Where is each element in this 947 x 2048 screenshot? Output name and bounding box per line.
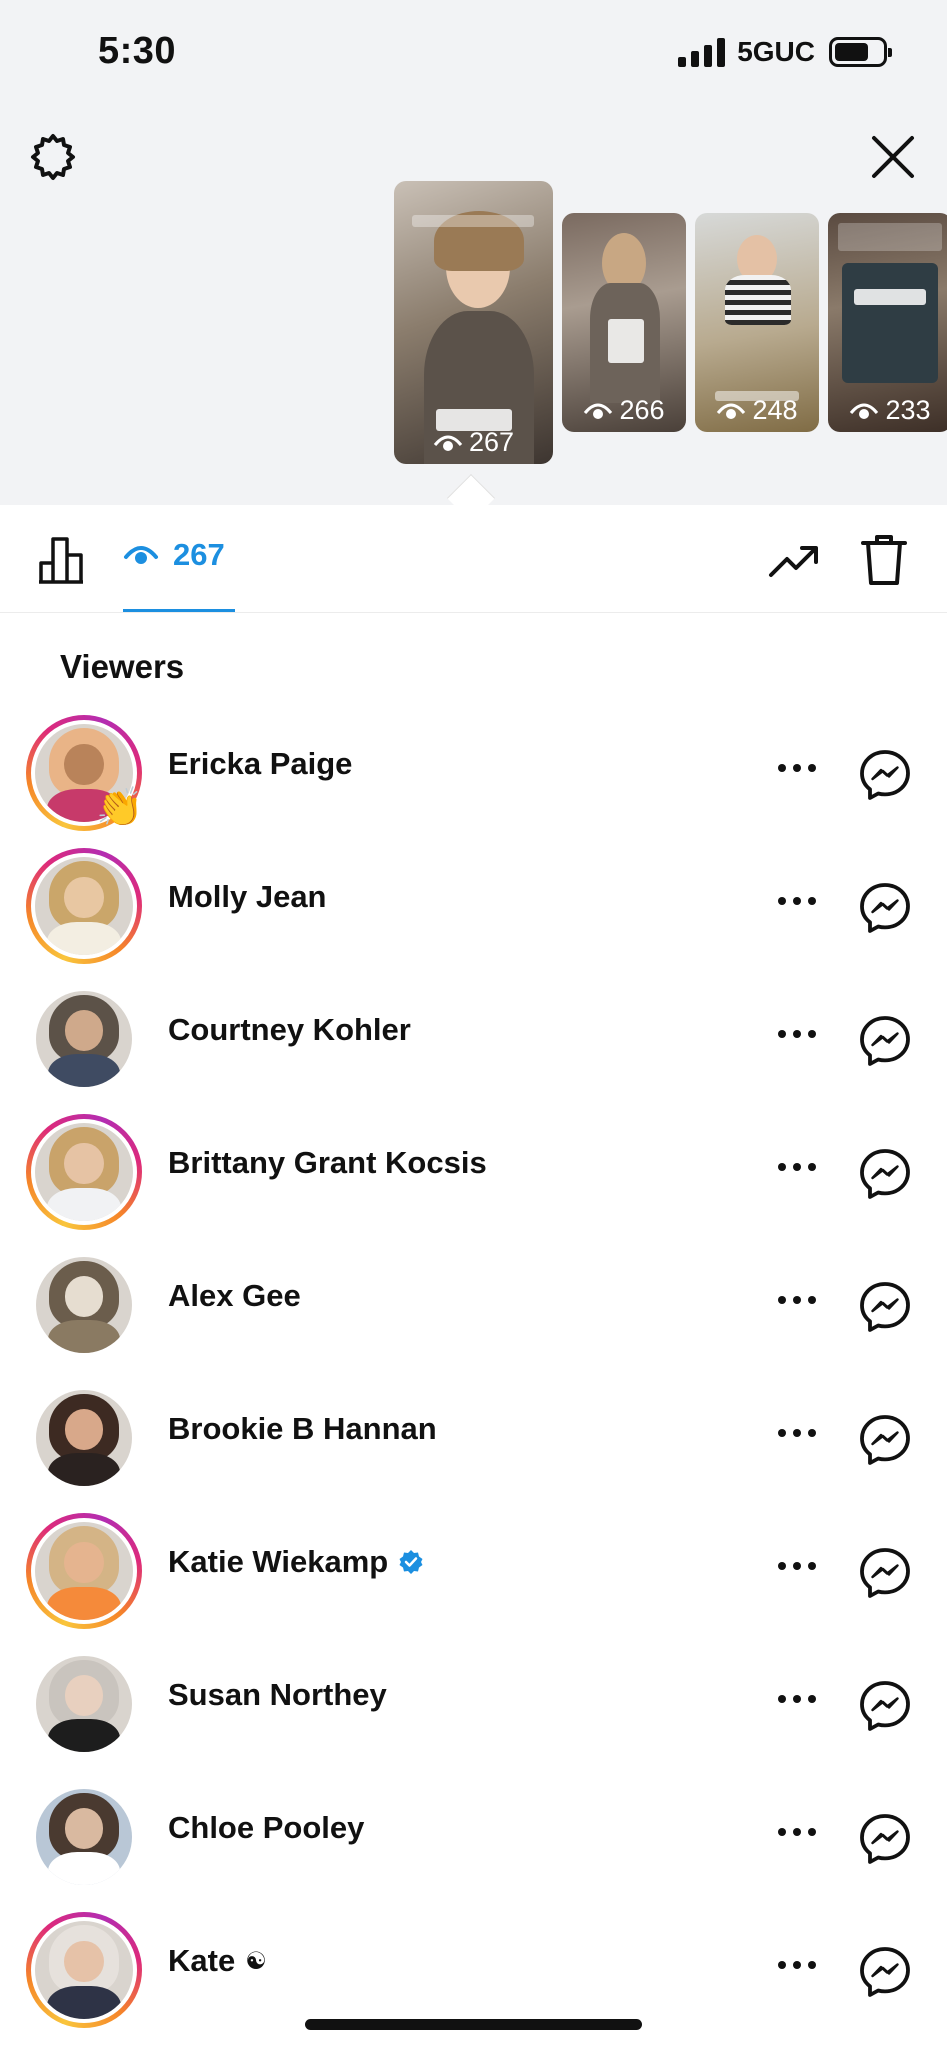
viewer-count: 267 xyxy=(173,537,225,572)
messenger-icon[interactable] xyxy=(858,1945,912,1999)
avatar[interactable] xyxy=(26,1114,142,1230)
viewer-row[interactable]: Kate ☯ xyxy=(0,1897,947,2030)
avatar[interactable] xyxy=(26,1380,142,1496)
trend-icon[interactable] xyxy=(768,539,820,583)
avatar[interactable] xyxy=(26,1912,142,2028)
eye-icon xyxy=(433,435,463,451)
viewer-name[interactable]: Molly Jean xyxy=(168,879,327,915)
more-icon[interactable] xyxy=(778,1296,816,1304)
avatar[interactable] xyxy=(26,848,142,964)
messenger-icon[interactable] xyxy=(858,1812,912,1866)
avatar[interactable] xyxy=(26,981,142,1097)
messenger-icon[interactable] xyxy=(858,1014,912,1068)
gear-icon[interactable] xyxy=(28,132,78,182)
avatar[interactable] xyxy=(26,1779,142,1895)
viewer-row[interactable]: Alex Gee xyxy=(0,1232,947,1365)
eye-icon xyxy=(717,403,746,419)
active-tab-indicator xyxy=(123,609,235,612)
viewer-row[interactable]: Brookie B Hannan xyxy=(0,1365,947,1498)
story-preview-area: 5:30 5GUC 267 266 248 233 xyxy=(0,0,947,505)
viewer-row[interactable]: 👏 Ericka Paige xyxy=(0,700,947,833)
story-caption-top xyxy=(412,215,534,227)
viewer-name[interactable]: Kate ☯ xyxy=(168,1943,267,1979)
more-icon[interactable] xyxy=(778,1562,816,1570)
more-icon[interactable] xyxy=(778,1828,816,1836)
viewer-name[interactable]: Alex Gee xyxy=(168,1278,301,1314)
insights-toolbar: 267 xyxy=(0,505,947,613)
more-icon[interactable] xyxy=(778,1961,816,1969)
more-icon[interactable] xyxy=(778,897,816,905)
story-view-count: 267 xyxy=(394,427,553,458)
tab-viewers[interactable]: 267 xyxy=(123,537,225,573)
messenger-icon[interactable] xyxy=(858,1280,912,1334)
viewer-name[interactable]: Brittany Grant Kocsis xyxy=(168,1145,487,1181)
avatar[interactable] xyxy=(26,1646,142,1762)
more-icon[interactable] xyxy=(778,1695,816,1703)
viewer-row[interactable]: Susan Northey xyxy=(0,1631,947,1764)
messenger-icon[interactable] xyxy=(858,1546,912,1600)
messenger-icon[interactable] xyxy=(858,881,912,935)
network-label: 5GUC xyxy=(737,36,815,67)
messenger-icon[interactable] xyxy=(858,1679,912,1733)
viewer-row[interactable]: Chloe Pooley xyxy=(0,1764,947,1897)
more-icon[interactable] xyxy=(778,1163,816,1171)
viewer-row[interactable]: Courtney Kohler xyxy=(0,966,947,1099)
status-time: 5:30 xyxy=(98,30,177,72)
messenger-icon[interactable] xyxy=(858,748,912,802)
story-thumbnail[interactable]: 248 xyxy=(695,213,819,432)
reaction-emoji: 👏 xyxy=(96,787,144,829)
bar-chart-icon[interactable] xyxy=(36,535,86,585)
viewer-name[interactable]: Chloe Pooley xyxy=(168,1810,364,1846)
battery-icon xyxy=(829,37,892,67)
status-indicators: 5GUC xyxy=(678,36,892,68)
viewer-name[interactable]: Susan Northey xyxy=(168,1677,387,1713)
viewer-name[interactable]: Ericka Paige xyxy=(168,746,352,782)
close-icon[interactable] xyxy=(868,132,918,182)
signal-icon xyxy=(678,37,726,67)
yin-yang-icon: ☯ xyxy=(245,1947,267,1975)
viewer-row[interactable]: Molly Jean xyxy=(0,833,947,966)
more-icon[interactable] xyxy=(778,1429,816,1437)
viewer-name[interactable]: Katie Wiekamp xyxy=(168,1544,424,1580)
viewer-row[interactable]: Brittany Grant Kocsis xyxy=(0,1099,947,1232)
viewer-list: 👏 Ericka Paige Molly Jean Courtney Kohle… xyxy=(0,700,947,2030)
story-thumbnail[interactable]: 266 xyxy=(562,213,686,432)
viewers-heading: Viewers xyxy=(60,648,185,685)
verified-icon xyxy=(399,1550,423,1574)
messenger-icon[interactable] xyxy=(858,1413,912,1467)
trash-icon[interactable] xyxy=(860,533,908,587)
more-icon[interactable] xyxy=(778,1030,816,1038)
messenger-icon[interactable] xyxy=(858,1147,912,1201)
viewer-row[interactable]: Katie Wiekamp xyxy=(0,1498,947,1631)
eye-icon xyxy=(584,403,613,419)
home-indicator[interactable] xyxy=(305,2019,642,2030)
story-thumbnail-selected[interactable]: 267 xyxy=(394,181,553,464)
story-thumbnail[interactable]: 233 xyxy=(828,213,947,432)
avatar[interactable] xyxy=(26,1247,142,1363)
eye-icon xyxy=(850,403,879,419)
more-icon[interactable] xyxy=(778,764,816,772)
eye-icon xyxy=(124,546,158,564)
avatar[interactable] xyxy=(26,1513,142,1629)
viewer-name[interactable]: Courtney Kohler xyxy=(168,1012,411,1048)
viewer-name[interactable]: Brookie B Hannan xyxy=(168,1411,437,1447)
